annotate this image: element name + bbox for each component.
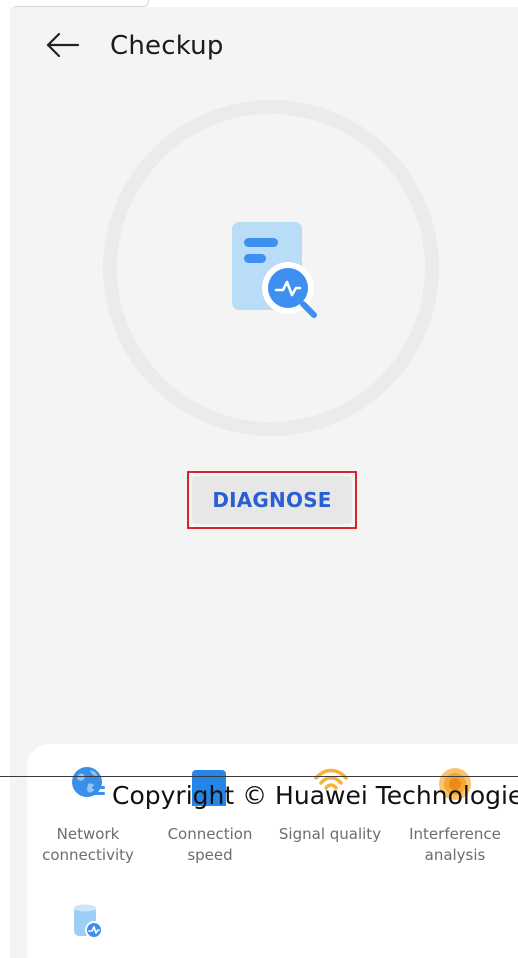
storage-diagnose-icon[interactable] (70, 902, 106, 942)
top-tab (14, 0, 149, 7)
copyright-divider (0, 776, 518, 777)
checkup-screen: Checkup DIAGNOSE Network connectivity Co… (0, 0, 518, 958)
page-title: Checkup (110, 31, 224, 61)
page-header: Checkup (10, 7, 518, 79)
diagnose-button[interactable]: DIAGNOSE (192, 476, 352, 524)
diagnose-highlight: DIAGNOSE (187, 471, 357, 529)
top-bar (0, 0, 518, 7)
arrow-left-icon (46, 32, 80, 58)
copyright-text: Copyright © Huawei Technologies (112, 781, 518, 810)
back-button[interactable] (40, 23, 84, 67)
left-edge (0, 7, 10, 958)
document-search-icon (232, 222, 317, 318)
